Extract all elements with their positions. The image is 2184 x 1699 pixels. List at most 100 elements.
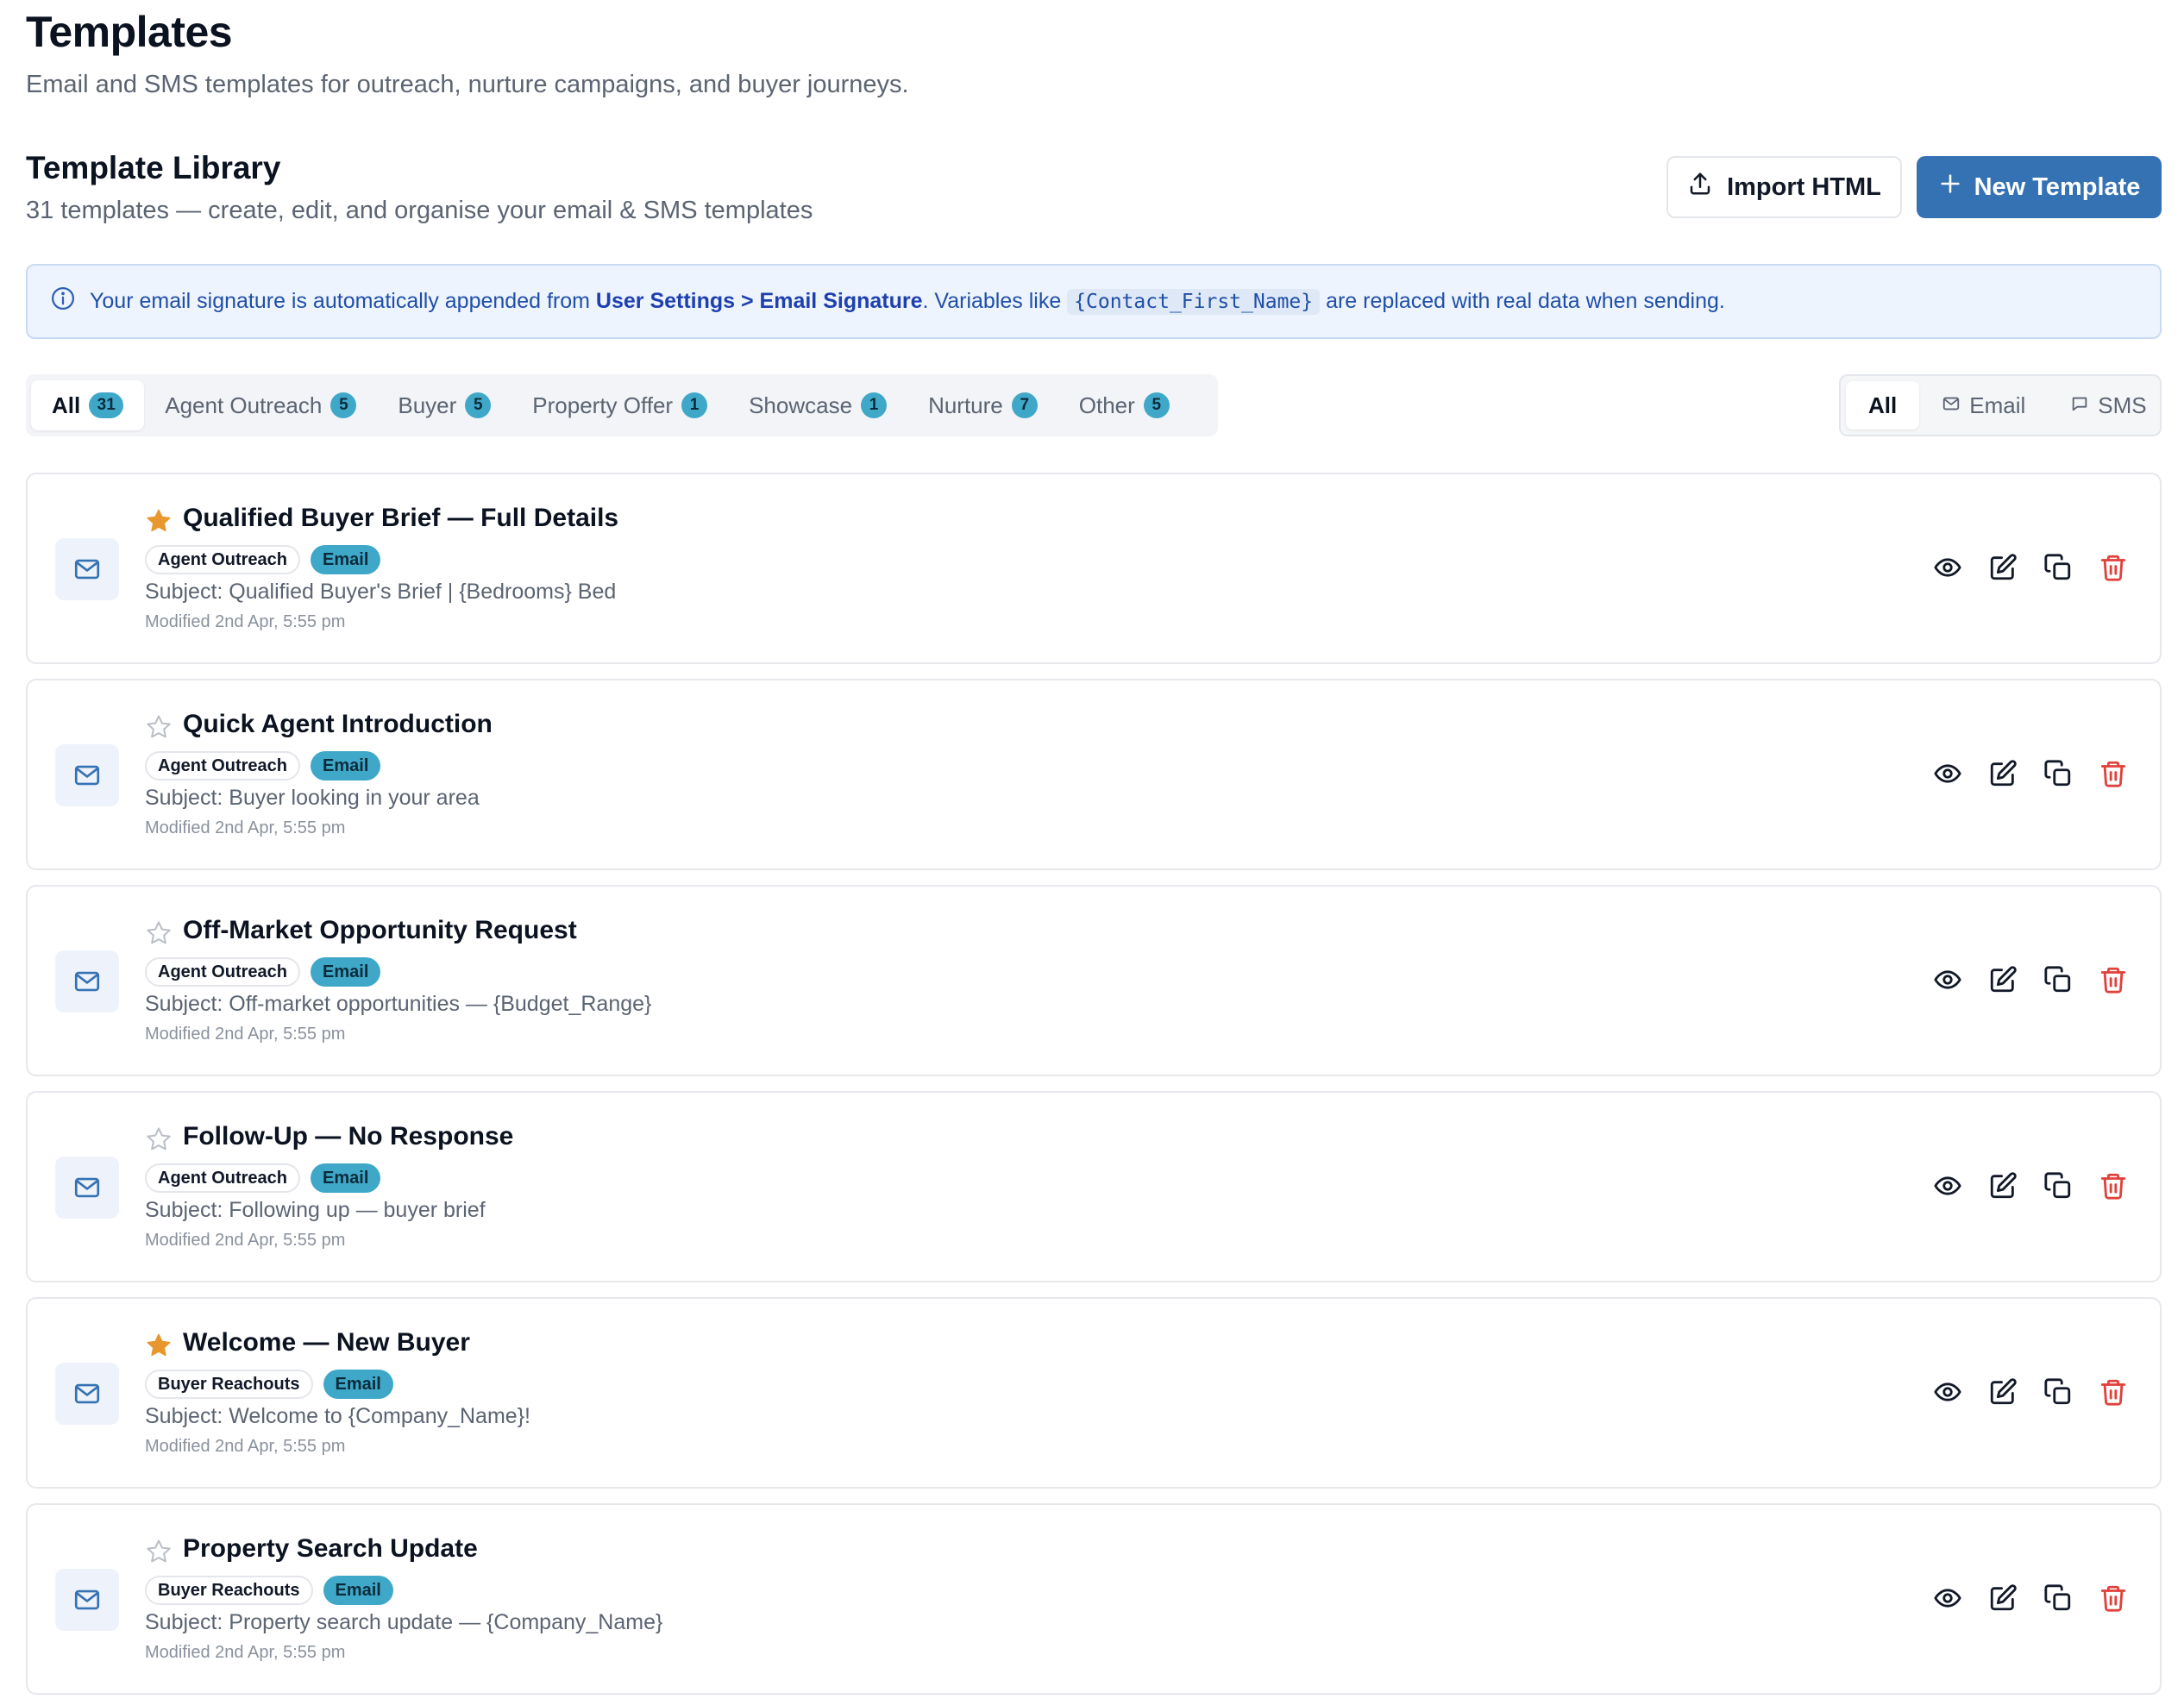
preview-eye-icon[interactable] bbox=[1932, 1170, 1963, 1201]
library-subtitle: 31 templates — create, edit, and organis… bbox=[26, 197, 813, 224]
template-tags: Buyer Reachouts Email bbox=[145, 1370, 393, 1399]
category-tag: Agent Outreach bbox=[145, 545, 301, 574]
preview-eye-icon[interactable] bbox=[1932, 758, 1963, 789]
count-badge: 5 bbox=[330, 392, 357, 418]
preview-eye-icon[interactable] bbox=[1932, 1583, 1963, 1614]
template-subject: Subject: Following up — buyer brief bbox=[145, 1198, 486, 1222]
edit-icon[interactable] bbox=[1987, 964, 2018, 995]
tab-all[interactable]: All 31 bbox=[31, 380, 145, 430]
preview-eye-icon[interactable] bbox=[1932, 964, 1963, 995]
tab-showcase[interactable]: Showcase 1 bbox=[728, 380, 907, 430]
mail-icon bbox=[55, 1157, 119, 1219]
type-tab-label: All bbox=[1868, 392, 1898, 418]
card-actions bbox=[1932, 1583, 2129, 1614]
template-card[interactable]: Qualified Buyer Brief — Full Details Agen… bbox=[26, 473, 2162, 664]
delete-trash-icon[interactable] bbox=[2098, 552, 2129, 583]
banner-text: Your email signature is automatically ap… bbox=[90, 289, 1725, 315]
template-subject: Subject: Qualified Buyer's Brief | {Bedr… bbox=[145, 580, 617, 604]
edit-icon[interactable] bbox=[1987, 1170, 2018, 1201]
type-tag: Email bbox=[311, 751, 381, 781]
edit-icon[interactable] bbox=[1987, 1376, 2018, 1407]
template-title: Quick Agent Introduction bbox=[183, 710, 493, 738]
type-tag: Email bbox=[323, 1576, 393, 1605]
template-title: Welcome — New Buyer bbox=[183, 1328, 470, 1357]
library-title: Template Library bbox=[26, 150, 281, 185]
import-html-label: Import HTML bbox=[1727, 172, 1881, 201]
type-tab-sms[interactable]: SMS bbox=[2048, 381, 2168, 429]
count-badge: 1 bbox=[681, 392, 708, 418]
template-tags: Agent Outreach Email bbox=[145, 545, 381, 574]
delete-trash-icon[interactable] bbox=[2098, 1583, 2129, 1614]
preview-eye-icon[interactable] bbox=[1932, 552, 1963, 583]
type-tag: Email bbox=[311, 1163, 381, 1193]
delete-trash-icon[interactable] bbox=[2098, 1170, 2129, 1201]
template-modified: Modified 2nd Apr, 5:55 pm bbox=[145, 1231, 346, 1250]
tab-buyer[interactable]: Buyer 5 bbox=[377, 380, 511, 430]
tab-nurture[interactable]: Nurture 7 bbox=[907, 380, 1058, 430]
template-card[interactable]: Welcome — New Buyer Buyer Reachouts Email S… bbox=[26, 1297, 2162, 1489]
star-filled-icon[interactable] bbox=[145, 507, 173, 535]
count-badge: 1 bbox=[861, 392, 888, 418]
mail-icon bbox=[55, 1569, 119, 1631]
category-tag: Agent Outreach bbox=[145, 1163, 301, 1193]
tab-agent-outreach[interactable]: Agent Outreach 5 bbox=[144, 380, 377, 430]
star-outline-icon[interactable] bbox=[145, 1125, 173, 1153]
templates-page: Templates Email and SMS templates for ou… bbox=[0, 0, 2184, 1699]
signature-info-banner: Your email signature is automatically ap… bbox=[26, 264, 2162, 339]
type-tag: Email bbox=[323, 1370, 393, 1399]
tab-label: Property Offer bbox=[532, 392, 674, 418]
duplicate-copy-icon[interactable] bbox=[2043, 1376, 2074, 1407]
template-card[interactable]: Quick Agent Introduction Agent Outreach Em… bbox=[26, 679, 2162, 870]
new-template-button[interactable]: New Template bbox=[1917, 156, 2162, 218]
template-modified: Modified 2nd Apr, 5:55 pm bbox=[145, 1025, 346, 1044]
star-outline-icon[interactable] bbox=[145, 1538, 173, 1565]
edit-icon[interactable] bbox=[1987, 1583, 2018, 1614]
category-tag: Agent Outreach bbox=[145, 751, 301, 781]
type-tab-label: Email bbox=[1969, 392, 2026, 418]
tab-label: Agent Outreach bbox=[165, 392, 323, 418]
template-tags: Buyer Reachouts Email bbox=[145, 1576, 393, 1605]
template-modified: Modified 2nd Apr, 5:55 pm bbox=[145, 818, 346, 837]
type-tab-all[interactable]: All bbox=[1846, 381, 1920, 429]
type-tab-label: SMS bbox=[2098, 392, 2147, 418]
tab-other[interactable]: Other 5 bbox=[1058, 380, 1190, 430]
type-tag: Email bbox=[311, 957, 381, 987]
duplicate-copy-icon[interactable] bbox=[2043, 552, 2074, 583]
template-subject: Subject: Off-market opportunities — {Bud… bbox=[145, 992, 652, 1016]
tab-property-offer[interactable]: Property Offer 1 bbox=[511, 380, 728, 430]
template-card[interactable]: Follow-Up — No Response Agent Outreach Ema… bbox=[26, 1091, 2162, 1282]
banner-text-middle: . Variables like bbox=[922, 289, 1068, 313]
delete-trash-icon[interactable] bbox=[2098, 758, 2129, 789]
mail-icon bbox=[55, 1363, 119, 1425]
star-outline-icon[interactable] bbox=[145, 919, 173, 947]
type-tag: Email bbox=[311, 545, 381, 574]
category-tag: Agent Outreach bbox=[145, 957, 301, 987]
template-card[interactable]: Property Search Update Buyer Reachouts Ema… bbox=[26, 1503, 2162, 1695]
tab-label: All bbox=[52, 392, 81, 418]
duplicate-copy-icon[interactable] bbox=[2043, 1170, 2074, 1201]
duplicate-copy-icon[interactable] bbox=[2043, 964, 2074, 995]
template-modified: Modified 2nd Apr, 5:55 pm bbox=[145, 1643, 346, 1662]
page-subtitle: Email and SMS templates for outreach, nu… bbox=[26, 71, 909, 98]
card-actions bbox=[1932, 964, 2129, 995]
star-filled-icon[interactable] bbox=[145, 1332, 173, 1359]
edit-icon[interactable] bbox=[1987, 758, 2018, 789]
mail-icon bbox=[1942, 392, 1961, 419]
delete-trash-icon[interactable] bbox=[2098, 964, 2129, 995]
import-html-button[interactable]: Import HTML bbox=[1666, 156, 1902, 218]
card-actions bbox=[1932, 1170, 2129, 1201]
banner-text-before: Your email signature is automatically ap… bbox=[90, 289, 596, 313]
edit-icon[interactable] bbox=[1987, 552, 2018, 583]
type-tab-email[interactable]: Email bbox=[1919, 381, 2048, 429]
page-title: Templates bbox=[26, 8, 233, 56]
tab-label: Showcase bbox=[749, 392, 853, 418]
tab-label: Buyer bbox=[398, 392, 457, 418]
delete-trash-icon[interactable] bbox=[2098, 1376, 2129, 1407]
info-icon bbox=[50, 285, 76, 317]
preview-eye-icon[interactable] bbox=[1932, 1376, 1963, 1407]
template-card[interactable]: Off-Market Opportunity Request Agent Outr… bbox=[26, 885, 2162, 1076]
duplicate-copy-icon[interactable] bbox=[2043, 758, 2074, 789]
duplicate-copy-icon[interactable] bbox=[2043, 1583, 2074, 1614]
upload-icon bbox=[1687, 171, 1713, 204]
star-outline-icon[interactable] bbox=[145, 713, 173, 741]
